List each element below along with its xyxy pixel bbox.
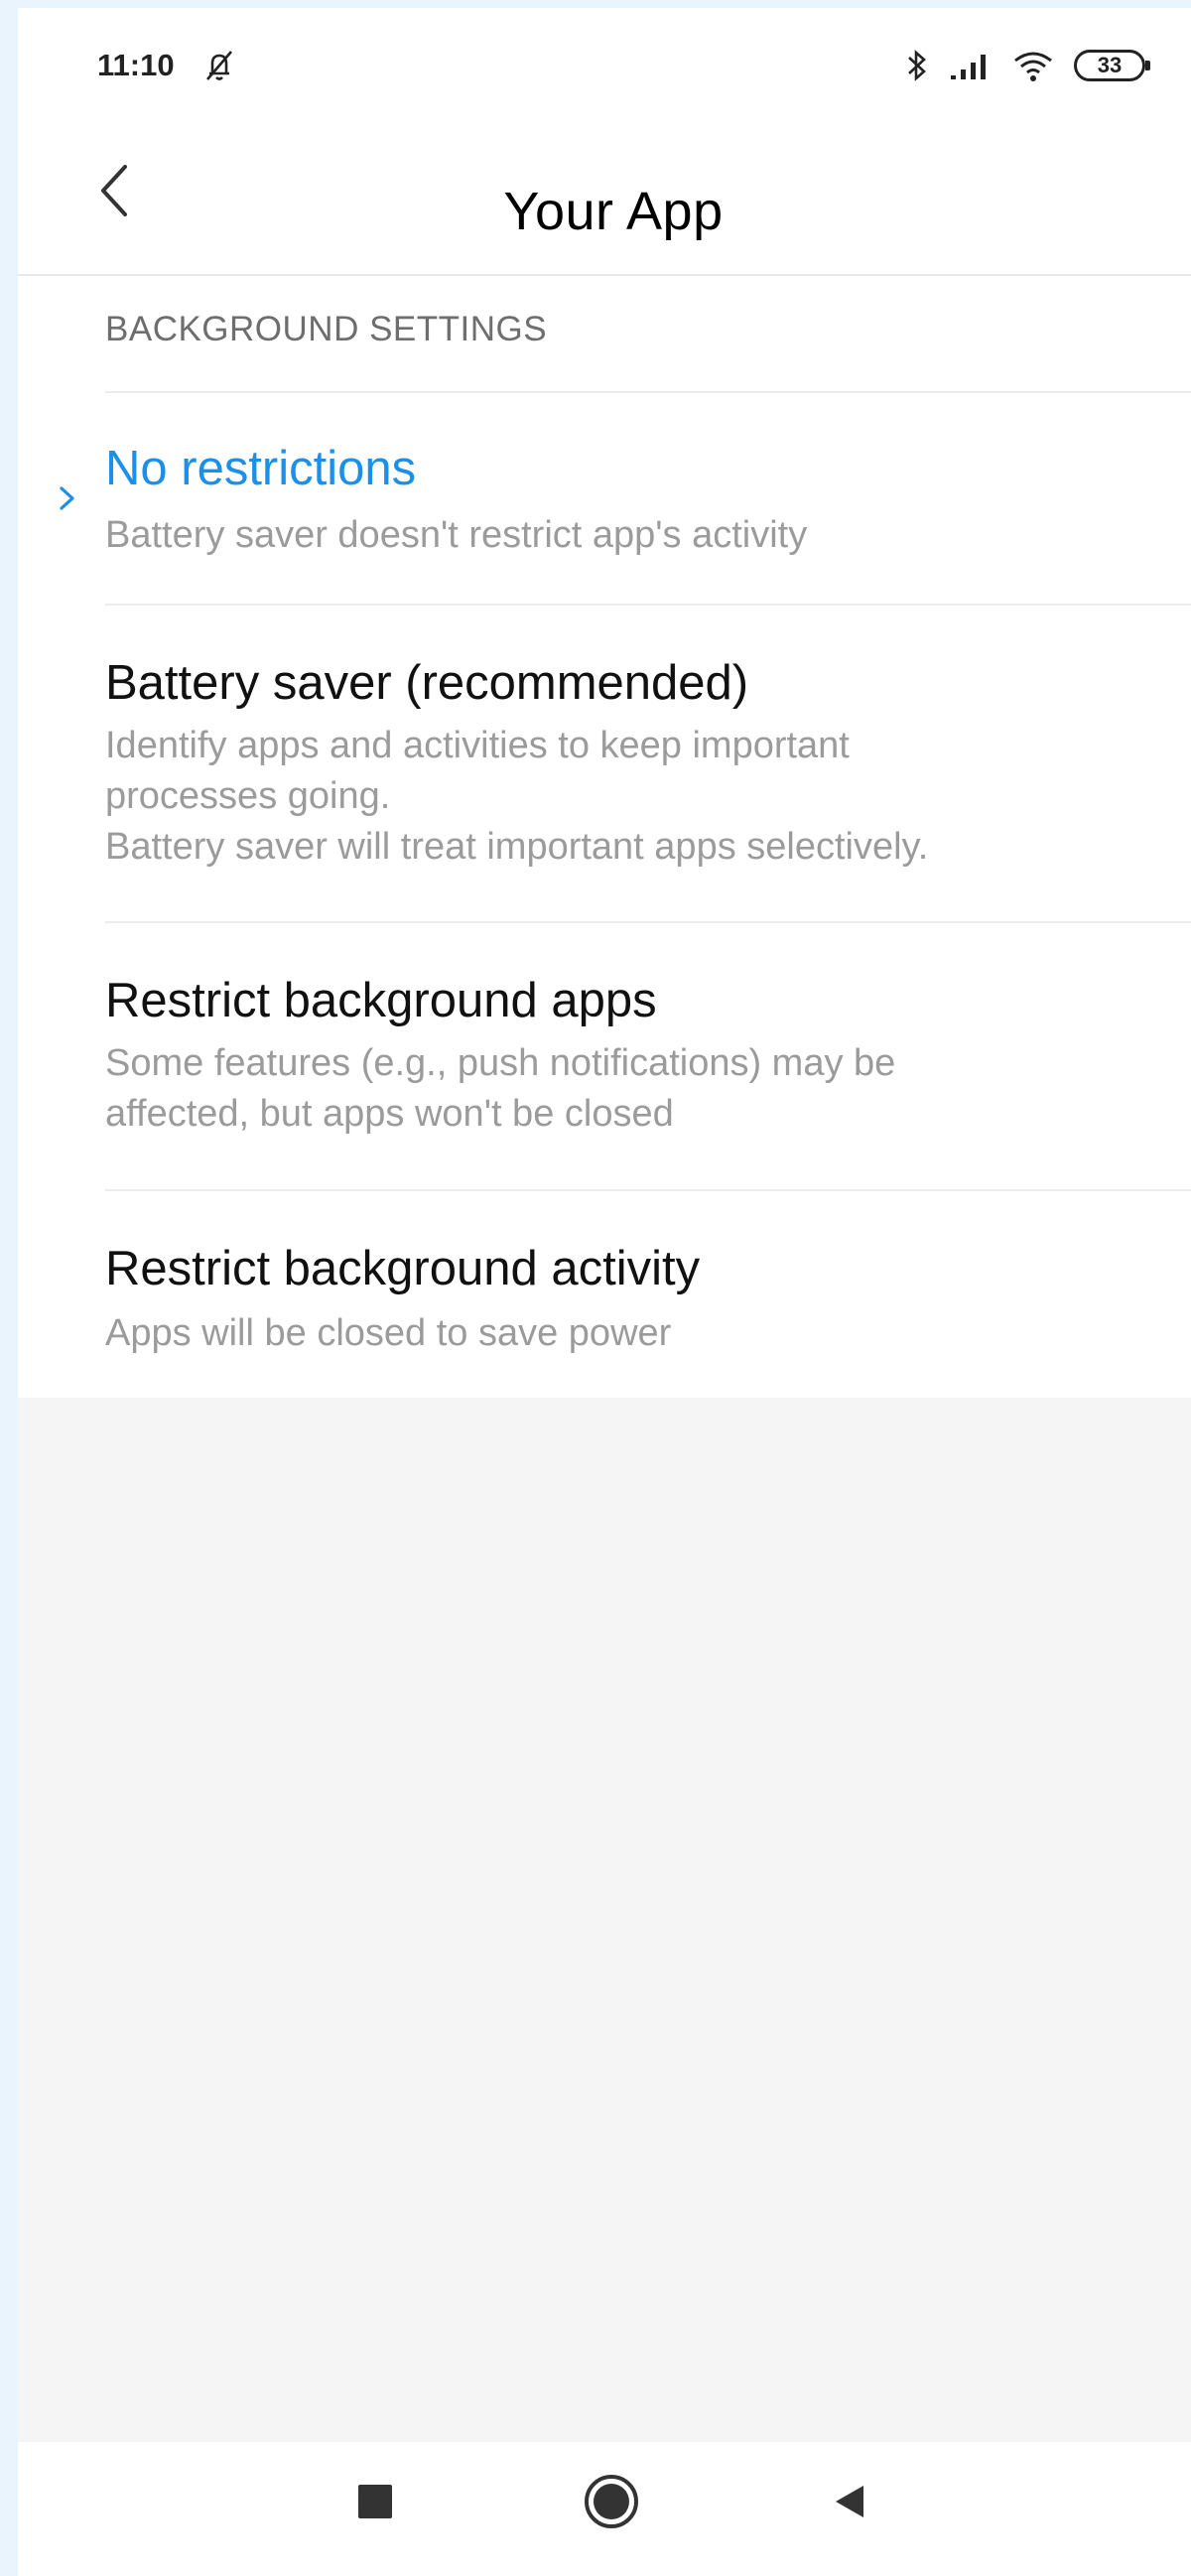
option-description: Battery saver doesn't restrict app's act… [105,514,808,556]
bluetooth-icon [908,50,926,81]
home-button[interactable] [582,2472,641,2531]
home-circle-icon [585,2475,638,2528]
background-settings-panel: BACKGROUND SETTINGS No restrictions Batt… [18,276,1191,1398]
battery-icon: 33 [1074,50,1150,81]
option-title: No restrictions [105,442,417,495]
back-triangle-icon [836,2486,863,2517]
recents-button[interactable] [345,2472,405,2531]
option-battery-saver[interactable]: Battery saver (recommended) Identify app… [18,604,1191,921]
navigation-bar [18,2442,1191,2576]
divider [105,391,1191,393]
status-icons: 33 [905,46,1150,85]
chevron-right-icon [60,486,74,510]
option-description: Some features (e.g., push notifications)… [105,1042,896,1135]
notifications-off-icon [206,51,232,80]
wifi-icon [1014,52,1052,81]
back-nav-button[interactable] [820,2472,879,2531]
title-bar: Your App [18,127,1191,276]
page-title: Your App [503,182,724,241]
phone-screen: 11:10 33 Your App BACKGROUND SETTINGS No… [18,8,1191,2576]
status-bar: 11:10 33 [18,8,1191,127]
signal-icon [951,55,986,79]
option-title: Restrict background activity [105,1242,701,1295]
option-title: Restrict background apps [105,974,657,1027]
section-header: BACKGROUND SETTINGS [105,310,548,348]
recents-square-icon [358,2485,392,2518]
option-description: Apps will be closed to save power [105,1312,672,1354]
option-no-restrictions[interactable]: No restrictions Battery saver doesn't re… [18,391,1191,604]
option-description: Identify apps and activities to keep imp… [105,725,929,868]
divider [105,921,1191,923]
divider [105,1189,1191,1191]
option-restrict-background-apps[interactable]: Restrict background apps Some features (… [18,921,1191,1189]
divider [105,604,1191,606]
option-restrict-background-activity[interactable]: Restrict background activity Apps will b… [18,1189,1191,1398]
status-time: 11:10 [97,48,175,82]
option-title: Battery saver (recommended) [105,656,749,710]
